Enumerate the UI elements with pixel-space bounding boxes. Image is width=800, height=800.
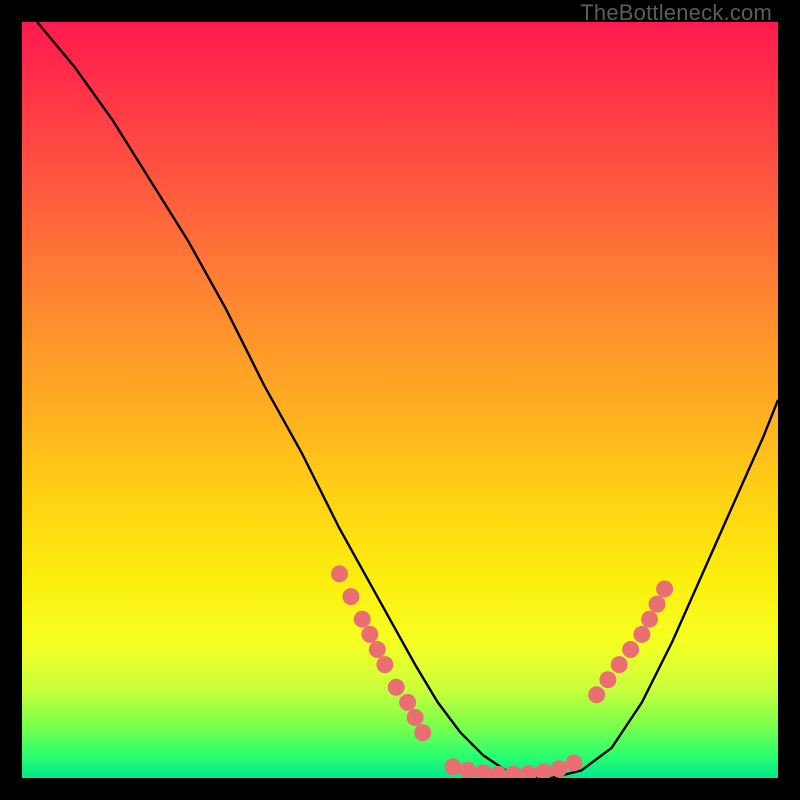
data-point bbox=[414, 724, 431, 741]
data-point bbox=[550, 760, 567, 777]
data-point bbox=[444, 758, 461, 775]
datapoints-left-arm bbox=[331, 565, 431, 741]
data-point bbox=[505, 766, 522, 778]
data-point bbox=[599, 671, 616, 688]
datapoints-right-arm bbox=[588, 581, 673, 704]
chart-svg bbox=[22, 22, 778, 778]
data-point bbox=[520, 765, 537, 778]
data-point bbox=[649, 596, 666, 613]
datapoints-valley bbox=[444, 754, 582, 778]
chart-plot-area bbox=[22, 22, 778, 778]
data-point bbox=[611, 656, 628, 673]
data-point bbox=[342, 588, 359, 605]
data-point bbox=[641, 611, 658, 628]
data-point bbox=[399, 694, 416, 711]
data-point bbox=[369, 641, 386, 658]
data-point bbox=[331, 565, 348, 582]
data-point bbox=[475, 764, 492, 778]
data-point bbox=[388, 679, 405, 696]
data-point bbox=[407, 709, 424, 726]
bottleneck-curve bbox=[37, 22, 778, 778]
data-point bbox=[460, 762, 477, 778]
data-point bbox=[588, 686, 605, 703]
data-point bbox=[622, 641, 639, 658]
outer-frame: TheBottleneck.com bbox=[0, 0, 800, 800]
data-point bbox=[656, 581, 673, 598]
data-point bbox=[490, 766, 507, 778]
data-point bbox=[376, 656, 393, 673]
data-point bbox=[535, 764, 552, 779]
data-point bbox=[354, 611, 371, 628]
data-point bbox=[565, 754, 582, 771]
data-point bbox=[633, 626, 650, 643]
data-point bbox=[361, 626, 378, 643]
